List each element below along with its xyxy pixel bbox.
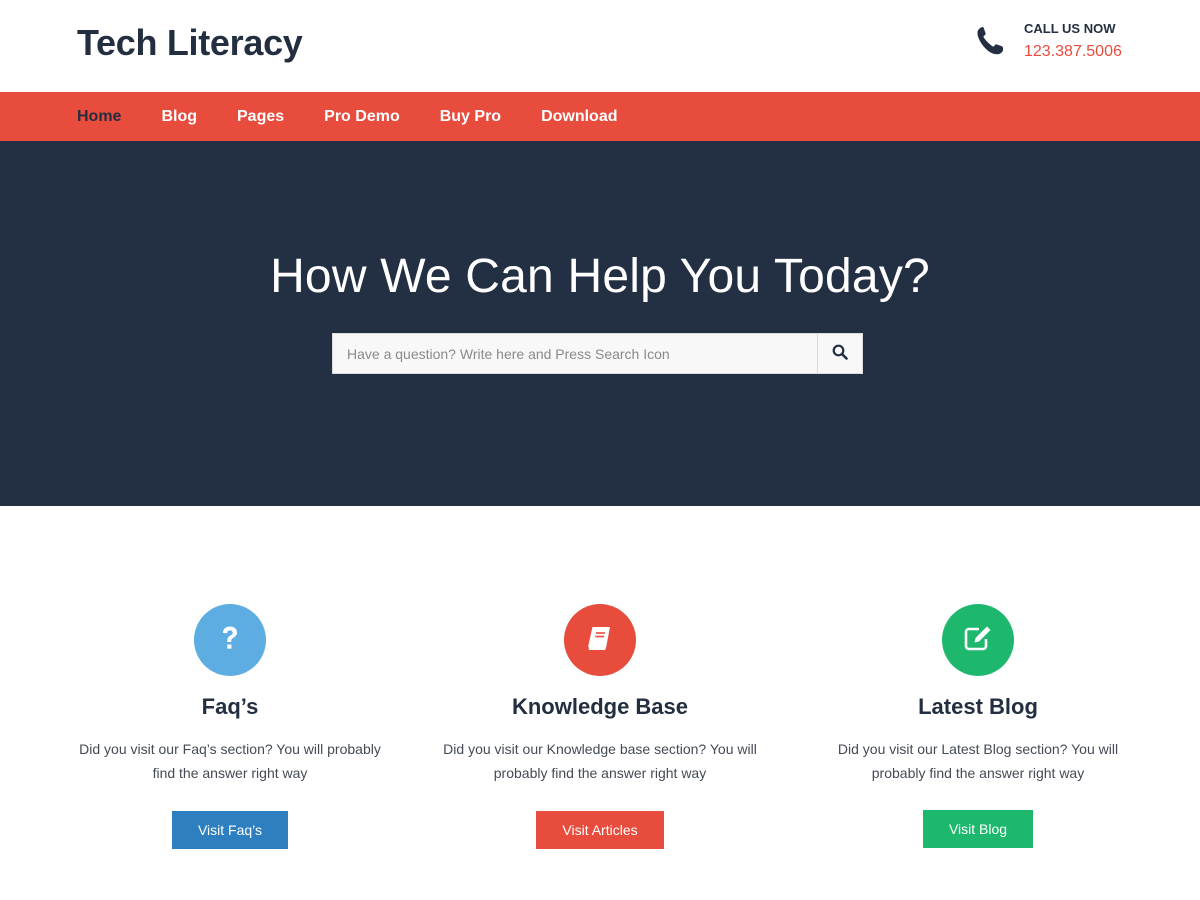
question-icon [218,624,242,657]
nav-item-pages[interactable]: Pages [237,108,284,126]
feature-title: Knowledge Base [511,694,689,719]
search-input[interactable] [333,334,817,373]
faq-icon-circle [194,604,266,676]
nav-item-blog[interactable]: Blog [161,108,197,126]
call-number[interactable]: 123.387.5006 [1024,43,1122,61]
edit-icon [962,623,994,658]
feature-text: Did you visit our Latest Blog section? Y… [837,741,1119,781]
book-icon [585,623,615,658]
visit-articles-button[interactable]: Visit Articles [536,811,664,849]
nav-item-home[interactable]: Home [77,108,121,126]
nav-item-pro-demo[interactable]: Pro Demo [324,108,400,126]
latest-blog-icon-circle [942,604,1014,676]
search-button[interactable] [817,334,862,373]
feature-faqs: Faq’s Did you visit our Faq’s section? Y… [60,604,400,849]
feature-text: Did you visit our Faq’s section? You wil… [79,741,381,781]
search-box [332,333,863,374]
knowledge-base-icon-circle [564,604,636,676]
nav-list: Home Blog Pages Pro Demo Buy Pro Downloa… [77,92,658,141]
feature-title: Latest Blog [918,694,1038,719]
site-header: Tech Literacy CALL US NOW 123.387.5006 [0,0,1200,92]
feature-latest-blog: Latest Blog Did you visit our Latest Blo… [808,604,1148,848]
feature-title: Faq’s [201,694,259,719]
site-title[interactable]: Tech Literacy [77,22,303,64]
hero-section: How We Can Help You Today? [0,141,1200,506]
hero-title: How We Can Help You Today? [270,250,930,303]
nav-item-download[interactable]: Download [541,108,617,126]
nav-item-buy-pro[interactable]: Buy Pro [440,108,501,126]
feature-text: Did you visit our Knowledge base section… [443,741,757,781]
search-icon [832,344,848,363]
visit-faqs-button[interactable]: Visit Faq’s [171,811,289,849]
call-us-label: CALL US NOW [1024,21,1116,36]
phone-icon [974,24,1006,56]
visit-blog-button[interactable]: Visit Blog [922,810,1034,848]
main-nav: Home Blog Pages Pro Demo Buy Pro Downloa… [0,92,1200,141]
feature-knowledge-base: Knowledge Base Did you visit our Knowled… [430,604,770,849]
